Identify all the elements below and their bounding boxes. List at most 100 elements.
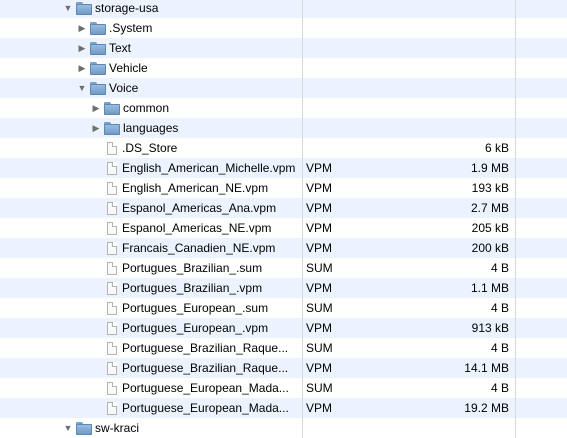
kind-cell: SUM <box>306 381 333 395</box>
document-icon <box>107 221 117 235</box>
column-divider <box>302 238 303 258</box>
column-divider <box>302 158 303 178</box>
disclosure-collapsed-icon[interactable]: ▶ <box>90 103 102 114</box>
column-divider <box>302 258 303 278</box>
column-divider <box>515 178 516 198</box>
file-list: ▼ storage-usa ▶ .System ▶ Text ▶ Vehicle ▼ Voice ▶… <box>0 0 567 438</box>
file-row[interactable]: .DS_Store 6 kB <box>0 138 567 158</box>
size-cell: 200 kB <box>471 241 509 255</box>
disclosure-collapsed-icon[interactable]: ▶ <box>76 23 88 34</box>
disclosure-expanded-icon[interactable]: ▼ <box>76 83 88 93</box>
kind-cell: VPM <box>306 201 333 215</box>
folder-row[interactable]: ▼ sw-kraci <box>0 418 567 438</box>
document-icon <box>107 301 117 315</box>
folder-row[interactable]: ▶ languages <box>0 118 567 138</box>
disclosure-collapsed-icon[interactable]: ▶ <box>76 43 88 54</box>
column-divider <box>515 418 516 438</box>
document-icon <box>107 241 117 255</box>
document-icon <box>107 401 117 415</box>
kind-cell: VPM <box>306 361 333 375</box>
document-icon <box>107 361 117 375</box>
column-divider <box>515 78 516 98</box>
folder-row[interactable]: ▼ Voice <box>0 78 567 98</box>
column-divider <box>302 138 303 158</box>
file-name: English_American_NE.vpm <box>122 181 269 195</box>
file-row[interactable]: Portuguese_European_Mada... VPM 19.2 MB <box>0 398 567 418</box>
column-divider <box>515 18 516 38</box>
kind-cell: VPM <box>306 281 333 295</box>
file-row[interactable]: Portugues_Brazilian_.vpm VPM 1.1 MB <box>0 278 567 298</box>
column-divider <box>515 98 516 118</box>
column-divider <box>302 98 303 118</box>
file-row[interactable]: Portuguese_Brazilian_Raque... SUM 4 B <box>0 338 567 358</box>
file-row[interactable]: Espanol_Americas_Ana.vpm VPM 2.7 MB <box>0 198 567 218</box>
column-divider <box>515 118 516 138</box>
size-cell: 1.1 MB <box>470 281 509 295</box>
file-row[interactable]: English_American_NE.vpm VPM 193 kB <box>0 178 567 198</box>
document-icon <box>107 201 117 215</box>
size-cell: 205 kB <box>471 221 509 235</box>
name-cell: Portuguese_Brazilian_Raque... <box>90 358 288 378</box>
column-divider <box>515 338 516 358</box>
file-row[interactable]: English_American_Michelle.vpm VPM 1.9 MB <box>0 158 567 178</box>
column-divider <box>302 38 303 58</box>
kind-cell: VPM <box>306 181 333 195</box>
folder-row[interactable]: ▶ Text <box>0 38 567 58</box>
column-divider <box>302 118 303 138</box>
size-cell: 4 B <box>490 381 509 395</box>
name-cell: .DS_Store <box>90 138 177 158</box>
folder-icon <box>76 1 92 15</box>
file-row[interactable]: Portugues_Brazilian_.sum SUM 4 B <box>0 258 567 278</box>
file-row[interactable]: Portuguese_European_Mada... SUM 4 B <box>0 378 567 398</box>
document-icon <box>107 161 117 175</box>
size-cell: 6 kB <box>484 141 509 155</box>
column-divider <box>515 158 516 178</box>
folder-name: common <box>123 101 170 115</box>
column-divider <box>515 398 516 418</box>
file-row[interactable]: Portugues_European_.vpm VPM 913 kB <box>0 318 567 338</box>
file-name: Portuguese_European_Mada... <box>122 381 289 395</box>
file-name: .DS_Store <box>122 141 178 155</box>
name-cell: ▼ Voice <box>76 78 139 98</box>
file-row[interactable]: Portuguese_Brazilian_Raque... VPM 14.1 MB <box>0 358 567 378</box>
name-cell: ▼ storage-usa <box>62 0 159 18</box>
file-row[interactable]: Francais_Canadien_NE.vpm VPM 200 kB <box>0 238 567 258</box>
folder-row[interactable]: ▶ common <box>0 98 567 118</box>
disclosure-expanded-icon[interactable]: ▼ <box>62 3 74 13</box>
name-cell: Portugues_Brazilian_.vpm <box>90 278 262 298</box>
folder-name: Voice <box>109 81 139 95</box>
folder-icon <box>90 21 106 35</box>
folder-row[interactable]: ▶ Vehicle <box>0 58 567 78</box>
file-name: Francais_Canadien_NE.vpm <box>122 241 276 255</box>
folder-name: Text <box>109 41 132 55</box>
kind-cell: VPM <box>306 401 333 415</box>
column-divider <box>515 258 516 278</box>
name-cell: English_American_Michelle.vpm <box>90 158 295 178</box>
size-cell: 4 B <box>490 301 509 315</box>
disclosure-collapsed-icon[interactable]: ▶ <box>90 123 102 134</box>
document-icon <box>107 281 117 295</box>
disclosure-collapsed-icon[interactable]: ▶ <box>76 63 88 74</box>
name-cell: ▶ Vehicle <box>76 58 148 78</box>
kind-cell: SUM <box>306 301 333 315</box>
folder-name: Vehicle <box>109 61 148 75</box>
file-name: Espanol_Americas_NE.vpm <box>122 221 272 235</box>
file-row[interactable]: Portugues_European_.sum SUM 4 B <box>0 298 567 318</box>
folder-row[interactable]: ▼ storage-usa <box>0 0 567 18</box>
size-cell: 4 B <box>490 261 509 275</box>
name-cell: Portuguese_European_Mada... <box>90 378 289 398</box>
name-cell: Portugues_European_.vpm <box>90 318 268 338</box>
size-cell: 2.7 MB <box>470 201 509 215</box>
file-row[interactable]: Espanol_Americas_NE.vpm VPM 205 kB <box>0 218 567 238</box>
kind-cell: VPM <box>306 221 333 235</box>
folder-name: storage-usa <box>95 1 159 15</box>
folder-row[interactable]: ▶ .System <box>0 18 567 38</box>
column-divider <box>302 178 303 198</box>
column-divider <box>515 0 516 18</box>
disclosure-expanded-icon[interactable]: ▼ <box>62 423 74 433</box>
size-cell: 4 B <box>490 341 509 355</box>
document-icon <box>107 321 117 335</box>
name-cell: Espanol_Americas_NE.vpm <box>90 218 271 238</box>
folder-name: sw-kraci <box>95 421 139 435</box>
folder-icon <box>104 101 120 115</box>
